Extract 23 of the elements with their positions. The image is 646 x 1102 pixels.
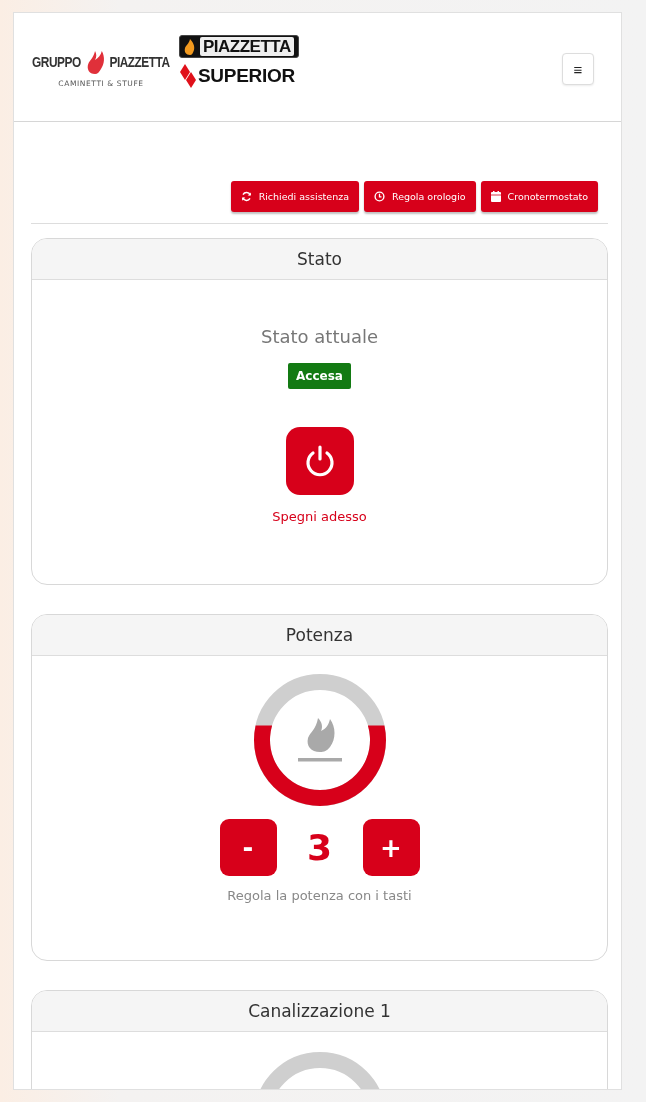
diamond-icon [179,63,197,89]
decrease-button[interactable]: - [219,819,277,876]
status-label: Stato attuale [261,326,378,347]
brand-logo: SUPERIOR [198,65,295,87]
increase-button[interactable]: + [362,819,420,876]
refresh-icon [240,191,252,202]
clock-icon [374,191,385,202]
brand-logo: PIAZZETTA [179,35,299,58]
status-badge: Accesa [288,363,351,389]
logo-text: PIAZZETTA [109,54,170,70]
power-button[interactable] [285,427,354,495]
action-button[interactable]: Regola orologio [364,181,476,212]
action-button[interactable]: Richiedi assistenza [230,181,359,212]
panel-title: Stato [32,239,607,280]
logo-text: GRUPPO [32,54,81,70]
action-button[interactable]: Cronotermostato [480,181,598,212]
panel-title: Canalizzazione 1 [32,991,607,1032]
power-value: 3 [305,827,334,868]
power-hint: Regola la potenza con i tasti [227,888,412,903]
turn-off-link[interactable]: Spegni adesso [272,509,367,524]
panel-title: Potenza [32,615,607,656]
menu-button[interactable]: ≡ [562,53,594,85]
calendar-icon [490,191,501,202]
